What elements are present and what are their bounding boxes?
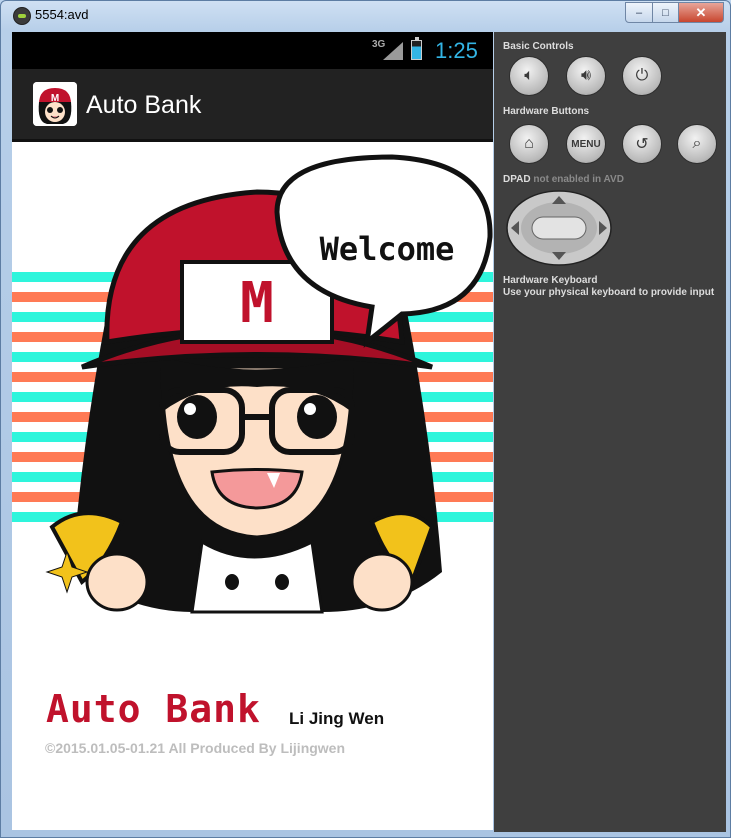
- maximize-button[interactable]: □: [653, 2, 679, 23]
- android-icon: [13, 7, 31, 25]
- volume-down-icon: 🔈︎: [524, 67, 534, 84]
- author-name: Li Jing Wen: [289, 709, 385, 728]
- basic-controls-label: Basic Controls: [503, 41, 574, 52]
- home-icon: ⌂: [524, 135, 534, 152]
- close-button[interactable]: ✕: [679, 2, 724, 23]
- cap-letter: M: [240, 271, 274, 336]
- dpad-note: not enabled in AVD: [533, 174, 624, 185]
- power-icon: ⏻: [635, 67, 649, 84]
- volume-up-button[interactable]: 🔊︎: [566, 56, 606, 96]
- hardware-buttons-label: Hardware Buttons: [503, 106, 590, 117]
- home-button[interactable]: ⌂: [509, 124, 549, 164]
- window-buttons: – □ ✕: [625, 2, 724, 23]
- dpad-title: DPAD: [503, 174, 531, 185]
- power-button[interactable]: ⏻: [622, 56, 662, 96]
- minimize-button[interactable]: –: [625, 2, 653, 23]
- welcome-illustration: M Welcome: [12, 154, 493, 614]
- speech-bubble-text: Welcome: [320, 230, 455, 268]
- battery-charging-icon: [411, 37, 422, 60]
- dpad-control[interactable]: [506, 190, 612, 266]
- emulator-window: 5554:avd – □ ✕ 3G 1:25 M Auto Bank M Wel…: [0, 0, 731, 838]
- maximize-icon: □: [662, 6, 669, 19]
- hardware-keyboard-note: Use your physical keyboard to provide in…: [503, 287, 715, 298]
- emulator-controls-panel: Basic Controls 🔈︎ 🔊︎ ⏻ Hardware Buttons …: [494, 32, 726, 832]
- hardware-keyboard-info: Hardware Keyboard Use your physical keyb…: [503, 275, 714, 299]
- window-titlebar[interactable]: 5554:avd – □ ✕: [1, 1, 730, 31]
- device-screen[interactable]: 3G 1:25 M Auto Bank M Welcome Auto Bank …: [12, 32, 493, 830]
- search-icon: ⌕: [692, 135, 702, 152]
- action-bar: M Auto Bank: [12, 69, 493, 142]
- signal-icon: [383, 42, 403, 60]
- status-bar: 3G 1:25: [12, 32, 493, 69]
- minimize-icon: –: [635, 6, 643, 19]
- status-time: 1:25: [435, 38, 478, 63]
- volume-down-button[interactable]: 🔈︎: [509, 56, 549, 96]
- app-avatar-icon[interactable]: M: [33, 82, 77, 126]
- back-icon: ↺: [635, 136, 649, 153]
- dpad-label: DPAD not enabled in AVD: [503, 174, 624, 185]
- brand-title: Auto Bank: [46, 687, 261, 731]
- close-icon: ✕: [695, 4, 707, 20]
- volume-up-icon: 🔊︎: [580, 67, 592, 84]
- app-title: Auto Bank: [86, 91, 202, 119]
- hardware-keyboard-label: Hardware Keyboard: [503, 275, 598, 286]
- back-button[interactable]: ↺: [622, 124, 662, 164]
- menu-button[interactable]: MENU: [566, 124, 606, 164]
- search-button[interactable]: ⌕: [677, 124, 717, 164]
- credit-text: ©2015.01.05-01.21 All Produced By Lijing…: [45, 740, 346, 756]
- window-title: 5554:avd: [35, 7, 89, 22]
